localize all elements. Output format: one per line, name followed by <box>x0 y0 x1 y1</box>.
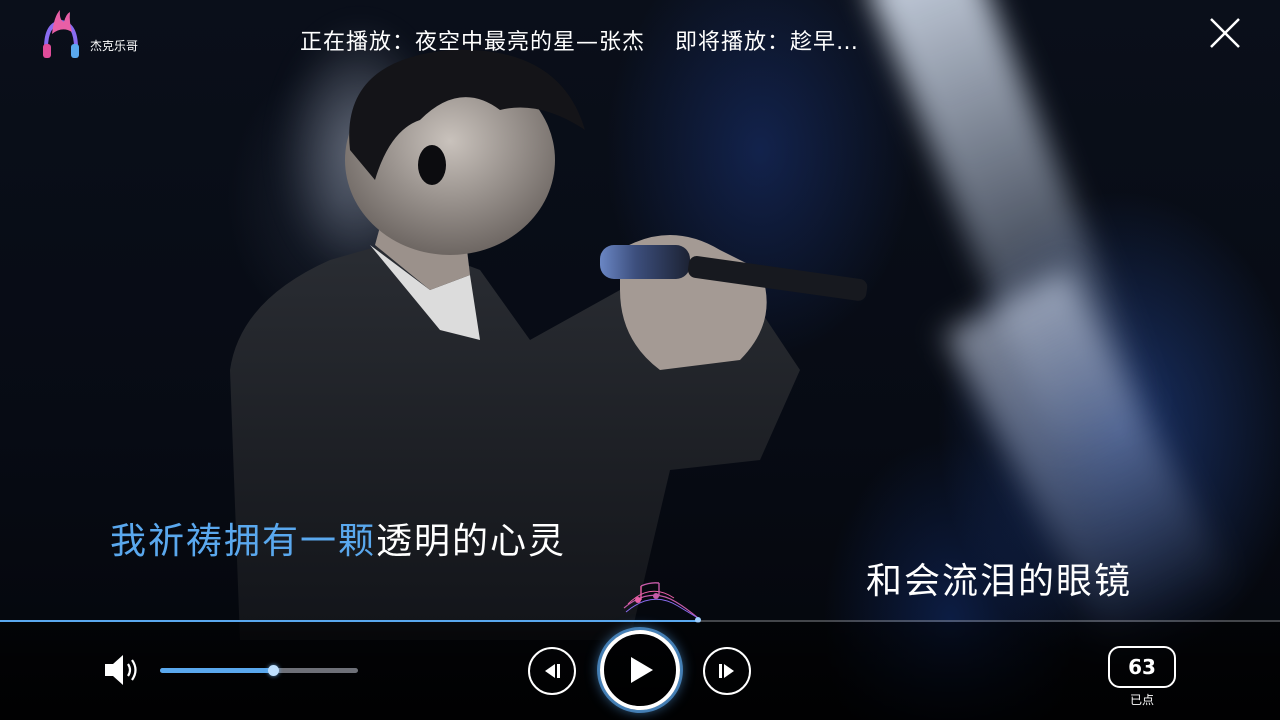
volume-slider-fill <box>160 668 273 673</box>
speaker-icon[interactable] <box>102 652 142 688</box>
lyric-line-current: 我祈祷拥有一颗透明的心灵 <box>110 512 566 564</box>
next-icon <box>719 664 734 678</box>
previous-icon <box>545 664 560 678</box>
queue-label: 已点 <box>1129 693 1154 707</box>
lyric-unsung-part: 透明的心灵 <box>376 521 567 562</box>
lyric-sung-part: 我祈祷拥有一颗 <box>110 521 377 562</box>
now-playing-title: 正在播放：夜空中最亮的星—张杰 <box>300 30 646 55</box>
close-icon[interactable] <box>1208 16 1242 50</box>
volume-slider[interactable] <box>160 665 358 676</box>
karaoke-player: 杰克乐哥 正在播放：夜空中最亮的星—张杰 即将播放：趁早… 我祈祷拥有一颗透明的… <box>0 0 1280 720</box>
play-icon <box>631 657 653 683</box>
now-playing-bar: 正在播放：夜空中最亮的星—张杰 即将播放：趁早… <box>300 24 859 56</box>
stage-light-beam <box>864 0 1161 463</box>
music-note-icon <box>623 582 699 618</box>
flame-headphones-icon <box>43 10 79 58</box>
up-next-title: 即将播放：趁早… <box>675 30 860 55</box>
previous-button[interactable] <box>528 647 576 695</box>
lyric-line-next: 和会流泪的眼镜 <box>866 561 1133 602</box>
app-logo: 杰克乐哥 <box>40 8 138 60</box>
volume-slider-handle[interactable] <box>267 665 279 676</box>
play-button[interactable] <box>600 630 680 710</box>
queue-count-button[interactable]: 63 <box>1108 646 1176 688</box>
app-name: 杰克乐哥 <box>90 39 139 53</box>
next-button[interactable] <box>703 647 751 695</box>
